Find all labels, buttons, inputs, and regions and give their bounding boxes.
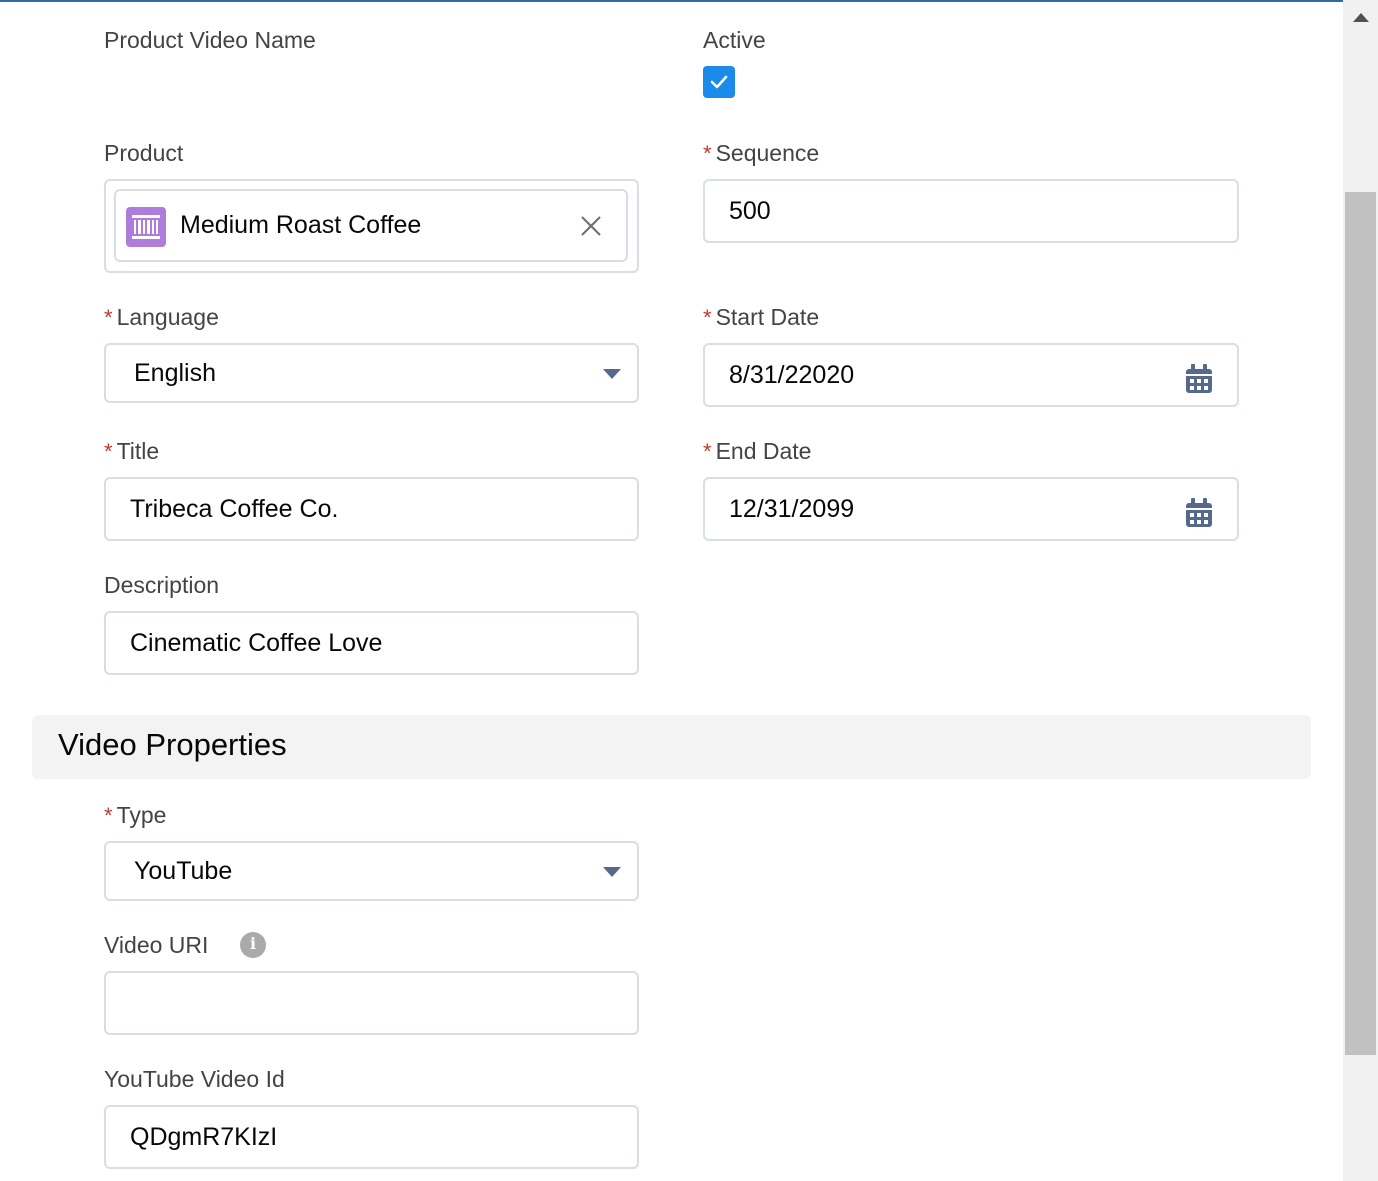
required-marker: * xyxy=(703,439,712,464)
section-title: Video Properties xyxy=(58,727,287,762)
scroll-up-arrow-icon[interactable] xyxy=(1343,0,1378,36)
caret-down-icon xyxy=(603,867,621,877)
product-barcode-icon xyxy=(126,207,166,247)
product-label: Product xyxy=(104,140,184,166)
close-icon[interactable] xyxy=(578,213,604,239)
language-value: English xyxy=(134,358,216,387)
sequence-label: * Sequence xyxy=(703,140,820,166)
description-label: Description xyxy=(104,572,220,598)
title-label: * Title xyxy=(104,438,160,464)
title-input[interactable]: Tribeca Coffee Co. xyxy=(104,477,639,541)
sequence-value: 500 xyxy=(729,196,771,225)
language-select[interactable]: English xyxy=(104,343,639,403)
product-pill[interactable]: Medium Roast Coffee xyxy=(114,189,628,262)
end-date-input[interactable]: 12/31/2099 xyxy=(703,477,1239,541)
start-date-label: * Start Date xyxy=(703,304,820,330)
scrollbar-thumb[interactable] xyxy=(1345,192,1376,1055)
youtube-video-id-input[interactable]: QDgmR7KIzI xyxy=(104,1105,639,1169)
sequence-input[interactable]: 500 xyxy=(703,179,1239,243)
video-properties-section-header: Video Properties xyxy=(32,715,1311,779)
title-value: Tribeca Coffee Co. xyxy=(130,494,339,523)
video-uri-label: Video URI xyxy=(104,932,209,958)
product-video-name-label: Product Video Name xyxy=(104,27,316,53)
end-date-value: 12/31/2099 xyxy=(729,494,855,523)
language-label: * Language xyxy=(104,304,219,330)
required-marker: * xyxy=(703,141,712,166)
active-label: Active xyxy=(703,27,766,53)
active-checkbox[interactable] xyxy=(703,66,735,98)
required-marker: * xyxy=(104,439,113,464)
required-marker: * xyxy=(703,305,712,330)
required-marker: * xyxy=(104,803,113,828)
youtube-video-id-label: YouTube Video Id xyxy=(104,1066,285,1092)
end-date-label: * End Date xyxy=(703,438,812,464)
top-border xyxy=(0,0,1343,2)
youtube-video-id-value: QDgmR7KIzI xyxy=(130,1122,278,1151)
start-date-value: 8/31/22020 xyxy=(729,360,855,389)
required-marker: * xyxy=(104,305,113,330)
type-select[interactable]: YouTube xyxy=(104,841,639,901)
type-value: YouTube xyxy=(134,856,233,885)
product-value: Medium Roast Coffee xyxy=(180,211,422,239)
start-date-input[interactable]: 8/31/22020 xyxy=(703,343,1239,407)
type-label: * Type xyxy=(104,802,167,828)
calendar-icon[interactable] xyxy=(1185,364,1213,394)
info-icon[interactable]: i xyxy=(240,932,266,958)
description-value: Cinematic Coffee Love xyxy=(130,628,383,657)
description-input[interactable]: Cinematic Coffee Love xyxy=(104,611,639,675)
video-uri-input[interactable] xyxy=(104,971,639,1035)
caret-down-icon xyxy=(603,369,621,379)
calendar-icon[interactable] xyxy=(1185,498,1213,528)
check-icon xyxy=(710,75,728,89)
